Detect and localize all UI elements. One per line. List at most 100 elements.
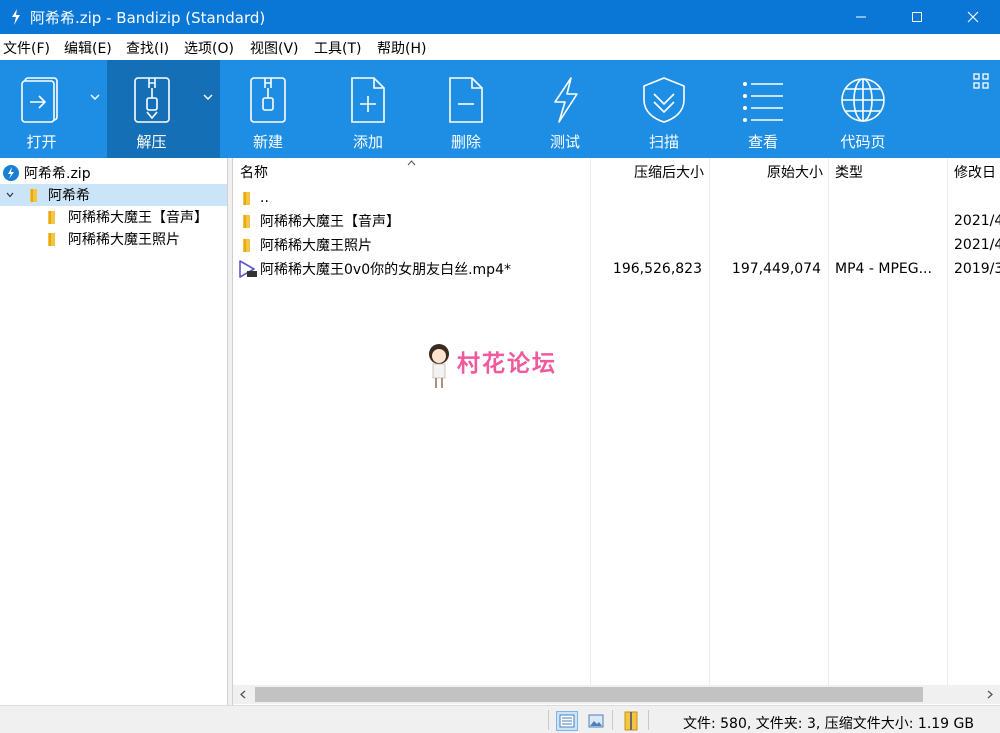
menu-file[interactable]: 文件(F) <box>3 38 50 58</box>
close-button[interactable] <box>950 0 996 34</box>
table-row[interactable]: .. <box>233 186 1000 210</box>
status-bar: 文件: 580, 文件夹: 3, 压缩文件大小: 1.19 GB <box>0 705 1000 733</box>
column-header-original[interactable]: 原始大小 <box>709 158 823 186</box>
open-button[interactable]: 打开 <box>0 60 83 158</box>
row-modified: 2021/4 <box>954 213 1000 229</box>
add-button[interactable]: 添加 <box>326 60 410 158</box>
delete-file-icon <box>449 77 483 123</box>
tree-root-folder-label: 阿希希 <box>48 188 90 204</box>
minimize-button[interactable] <box>838 0 884 34</box>
video-file-icon <box>239 260 257 278</box>
title-bar: 阿希希.zip - Bandizip (Standard) <box>0 0 1000 34</box>
column-header-compressed[interactable]: 压缩后大小 <box>590 158 704 186</box>
extract-dropdown-button[interactable] <box>196 60 220 158</box>
list-view-icon <box>743 82 783 122</box>
sort-ascending-icon <box>407 160 416 166</box>
maximize-button[interactable] <box>894 0 940 34</box>
folder-icon <box>243 192 250 205</box>
scrollbar-thumb[interactable] <box>255 687 923 702</box>
column-header-type[interactable]: 类型 <box>835 158 945 186</box>
folder-icon <box>243 215 250 228</box>
table-row[interactable]: 阿稀稀大魔王照片 2021/4 <box>233 233 1000 257</box>
menu-find[interactable]: 查找(I) <box>126 38 169 58</box>
open-label: 打开 <box>26 133 57 151</box>
view-button[interactable]: 查看 <box>721 60 805 158</box>
tree-folder-photos-label: 阿稀稀大魔王照片 <box>68 232 180 248</box>
tree-item-root-folder[interactable]: 阿希希 <box>0 184 227 206</box>
scan-button[interactable]: 扫描 <box>622 60 706 158</box>
codepage-button[interactable]: 代码页 <box>820 60 906 158</box>
maximize-icon <box>912 12 922 22</box>
image-view-icon <box>588 714 604 728</box>
chevron-left-icon[interactable] <box>240 690 246 699</box>
preview-view-button[interactable] <box>585 711 607 731</box>
folder-icon <box>30 189 37 202</box>
minimize-icon <box>856 16 866 18</box>
file-list: 名称 压缩后大小 原始大小 类型 修改日 .. 阿稀稀大魔王【音声】 2021/… <box>233 158 1000 685</box>
horizontal-scrollbar[interactable] <box>233 685 1000 704</box>
tree-item-folder-photos[interactable]: 阿稀稀大魔王照片 <box>0 228 227 250</box>
menu-view[interactable]: 视图(V) <box>250 38 299 58</box>
table-row[interactable]: 阿稀稀大魔王0v0你的女朋友白丝.mp4* 196,526,823 197,44… <box>233 257 1000 281</box>
menu-options[interactable]: 选项(O) <box>184 38 234 58</box>
tree-archive-label: 阿希希.zip <box>24 166 91 182</box>
extract-label: 解压 <box>136 133 167 151</box>
archive-info-button[interactable] <box>620 711 642 731</box>
codepage-label: 代码页 <box>840 133 886 151</box>
folder-icon <box>48 211 55 224</box>
open-dropdown-button[interactable] <box>83 60 107 158</box>
lightning-icon <box>554 77 578 123</box>
window-title: 阿希希.zip - Bandizip (Standard) <box>30 9 266 27</box>
menu-help[interactable]: 帮助(H) <box>377 38 426 58</box>
chevron-down-icon[interactable] <box>5 190 15 200</box>
close-icon <box>967 11 979 23</box>
row-type: MP4 - MPEG... <box>835 261 932 277</box>
new-label: 新建 <box>252 133 283 151</box>
column-header-modified[interactable]: 修改日 <box>954 158 1000 186</box>
toolbar: 打开 解压 新建 添加 删除 测试 扫描 查看 代码页 <box>0 60 1000 158</box>
delete-button[interactable]: 删除 <box>424 60 508 158</box>
tree-item-archive[interactable]: 阿希希.zip <box>0 162 227 184</box>
chevron-down-icon <box>203 94 213 100</box>
row-name: .. <box>260 190 269 206</box>
tree-folder-audio-label: 阿稀稀大魔王【音声】 <box>68 210 208 226</box>
status-summary: 文件: 580, 文件夹: 3, 压缩文件大小: 1.19 GB <box>682 716 974 732</box>
column-compressed-label: 压缩后大小 <box>634 165 704 181</box>
add-file-icon <box>351 77 385 123</box>
globe-icon <box>841 78 885 122</box>
extract-zip-icon <box>133 77 170 123</box>
zip-file-icon <box>624 711 638 731</box>
menu-edit[interactable]: 编辑(E) <box>64 38 112 58</box>
tree-item-folder-audio[interactable]: 阿稀稀大魔王【音声】 <box>0 206 227 228</box>
row-name: 阿稀稀大魔王照片 <box>260 238 372 254</box>
row-name: 阿稀稀大魔王0v0你的女朋友白丝.mp4* <box>260 262 511 278</box>
chevron-right-icon[interactable] <box>987 690 993 699</box>
menu-tools[interactable]: 工具(T) <box>314 38 361 58</box>
details-view-button[interactable] <box>556 711 578 731</box>
column-modified-label: 修改日 <box>954 165 996 181</box>
shield-icon <box>643 77 685 123</box>
grid-view-icon[interactable] <box>972 72 990 90</box>
row-original-size: 197,449,074 <box>731 261 821 277</box>
table-row[interactable]: 阿稀稀大魔王【音声】 2021/4 <box>233 209 1000 233</box>
row-modified: 2019/3 <box>954 261 1000 277</box>
delete-label: 删除 <box>450 133 481 151</box>
folder-icon <box>243 239 250 252</box>
test-button[interactable]: 测试 <box>523 60 607 158</box>
folder-tree: 阿希希.zip 阿希希 阿稀稀大魔王【音声】 阿稀稀大魔王照片 <box>0 158 228 705</box>
watermark: 村花论坛 <box>425 340 585 392</box>
view-label: 查看 <box>747 133 778 151</box>
column-name-label: 名称 <box>240 165 268 181</box>
status-divider <box>548 710 549 730</box>
status-divider <box>612 710 613 730</box>
details-view-icon <box>559 714 575 728</box>
test-label: 测试 <box>549 133 580 151</box>
add-label: 添加 <box>352 133 383 151</box>
folder-icon <box>48 233 55 246</box>
open-archive-icon <box>20 77 58 123</box>
watermark-text: 村花论坛 <box>457 351 557 377</box>
row-compressed-size: 196,526,823 <box>612 261 702 277</box>
new-archive-button[interactable]: 新建 <box>226 60 310 158</box>
extract-button[interactable]: 解压 <box>107 60 196 158</box>
column-original-label: 原始大小 <box>767 165 823 181</box>
